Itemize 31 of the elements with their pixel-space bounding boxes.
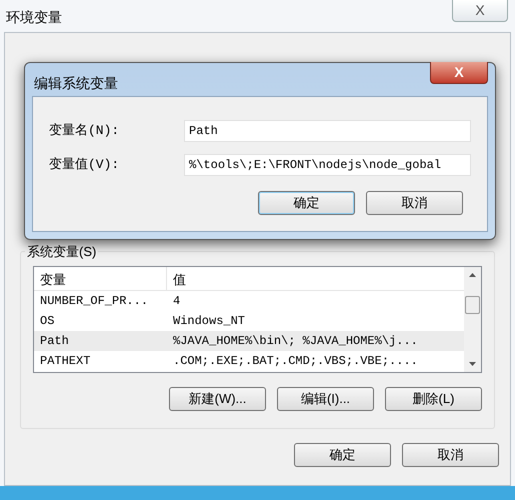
close-button[interactable]: X bbox=[452, 0, 508, 22]
field-label: 变量值(V): bbox=[49, 156, 120, 174]
column-header[interactable]: 变量 bbox=[34, 267, 167, 290]
dialog-button[interactable]: 取消 bbox=[366, 191, 463, 215]
variables-list[interactable]: 变量 值 NUMBER_OF_PR... 4 OS Windows_NT Path %JAVA_HOME%\bin\; %JAVA_HOME%\j... PATHEXT .COM;.EXE;.BAT;.CMD;.VBS;.VBE;.... bbox=[33, 266, 482, 373]
dialog-button[interactable]: 确定 bbox=[294, 443, 391, 467]
text-field[interactable]: %\tools\;E:\FRONT\nodejs\node_gobal bbox=[184, 154, 471, 176]
group-title: 系统变量(S) bbox=[25, 242, 98, 262]
field-label: 变量名(N): bbox=[49, 122, 120, 140]
variable-name: NUMBER_OF_PR... bbox=[39, 293, 150, 310]
dialog-button[interactable]: 确定 bbox=[258, 191, 355, 215]
dialog-title: 编辑系统变量 bbox=[34, 74, 118, 93]
list-action-button[interactable]: 编辑(I)... bbox=[277, 387, 374, 411]
variable-value: Windows_NT bbox=[172, 313, 246, 330]
list-row[interactable]: Path %JAVA_HOME%\bin\; %JAVA_HOME%\j... bbox=[34, 331, 464, 351]
variable-value: 4 bbox=[172, 293, 182, 310]
list-action-button[interactable]: 新建(W)... bbox=[169, 387, 266, 411]
scroll-down-icon[interactable] bbox=[469, 362, 476, 366]
variable-name: Path bbox=[39, 333, 70, 350]
scroll-thumb[interactable] bbox=[465, 296, 480, 314]
window-title: 环境变量 bbox=[6, 8, 62, 27]
variable-name: OS bbox=[39, 313, 56, 330]
list-action-button[interactable]: 删除(L) bbox=[385, 387, 482, 411]
variable-value: %JAVA_HOME%\bin\; %JAVA_HOME%\j... bbox=[172, 333, 419, 350]
variable-value: .COM;.EXE;.BAT;.CMD;.VBS;.VBE;.... bbox=[172, 353, 419, 370]
text-field[interactable]: Path bbox=[184, 120, 471, 142]
scrollbar[interactable] bbox=[464, 267, 481, 372]
column-header[interactable]: 值 bbox=[167, 267, 464, 290]
variable-name: PATHEXT bbox=[39, 353, 92, 370]
scroll-up-icon[interactable] bbox=[469, 273, 476, 277]
dialog-button[interactable]: 取消 bbox=[402, 443, 499, 467]
